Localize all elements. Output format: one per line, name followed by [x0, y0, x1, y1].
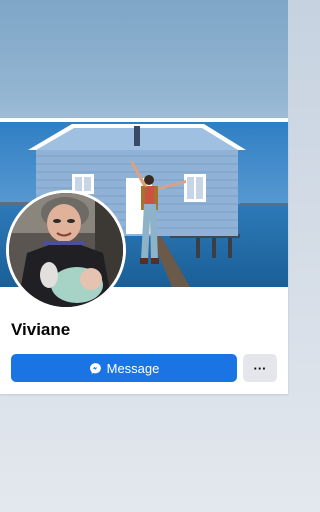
messenger-icon — [89, 362, 102, 375]
profile-avatar[interactable] — [6, 190, 126, 310]
message-button[interactable]: Message — [11, 354, 237, 382]
more-options-icon: ··· — [253, 360, 267, 376]
profile-name: Viviane — [11, 320, 71, 339]
message-button-label: Message — [106, 360, 160, 376]
page-background-top — [0, 0, 288, 118]
profile-card: Viviane Message ··· — [0, 118, 288, 394]
more-options-button[interactable]: ··· — [243, 354, 277, 382]
